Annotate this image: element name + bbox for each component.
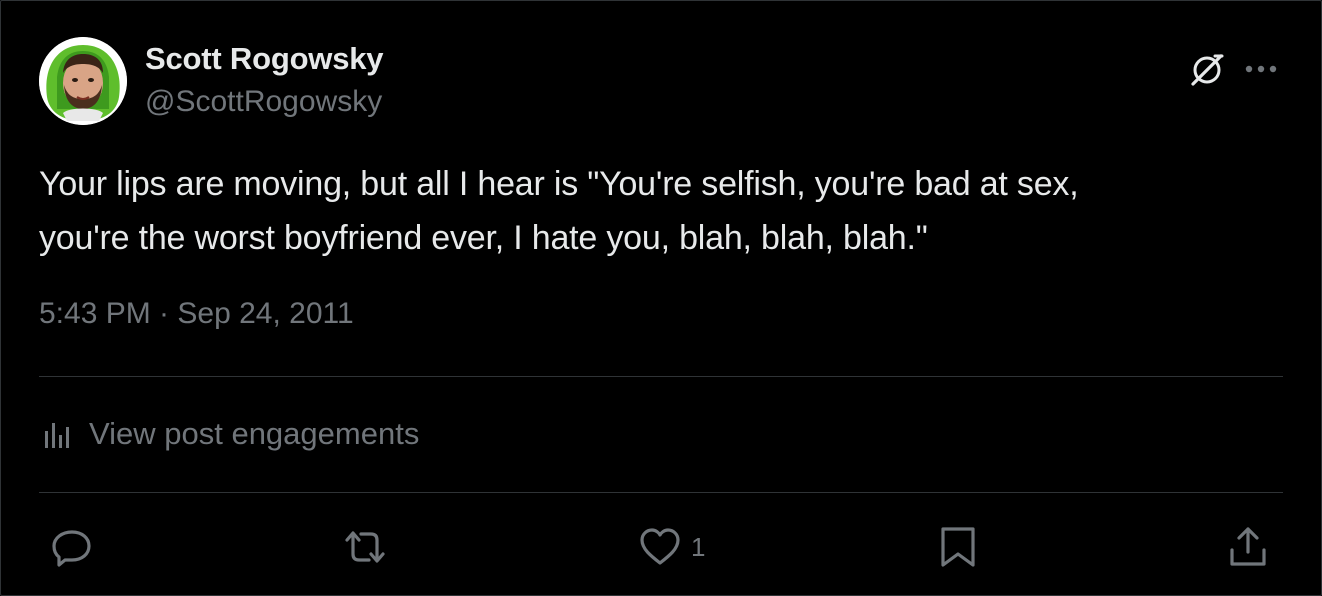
heart-icon	[640, 528, 680, 565]
repost-icon	[345, 531, 385, 563]
view-engagements-link[interactable]: View post engagements	[41, 411, 419, 457]
reply-icon	[52, 530, 91, 567]
bookmark-icon	[941, 527, 975, 567]
share-button[interactable]	[1225, 517, 1279, 577]
divider	[39, 492, 1283, 493]
like-button[interactable]: 1	[637, 517, 705, 577]
like-count: 1	[691, 531, 706, 562]
bar-chart-icon	[45, 423, 69, 448]
tweet-header: Scott Rogowsky @ScottRogowsky	[39, 37, 1281, 129]
repost-button[interactable]	[339, 517, 399, 577]
tweet-timestamp[interactable]: 5:43 PM · Sep 24, 2011	[39, 297, 354, 331]
share-icon	[1230, 527, 1266, 566]
avatar[interactable]	[39, 37, 127, 125]
bookmark-button[interactable]	[935, 517, 989, 577]
tweet-card: Scott Rogowsky @ScottRogowsky Your lips …	[0, 0, 1322, 596]
reply-button[interactable]	[49, 517, 103, 577]
more-icon[interactable]	[1239, 47, 1283, 91]
action-bar: 1	[39, 517, 1283, 577]
author-name[interactable]: Scott Rogowsky	[145, 41, 384, 77]
grok-icon[interactable]	[1185, 47, 1229, 91]
view-engagements-label: View post engagements	[89, 416, 420, 451]
tweet-text: Your lips are moving, but all I hear is …	[39, 165, 1079, 257]
author-handle[interactable]: @ScottRogowsky	[145, 85, 382, 119]
divider	[39, 376, 1283, 377]
avatar-image	[39, 37, 127, 125]
